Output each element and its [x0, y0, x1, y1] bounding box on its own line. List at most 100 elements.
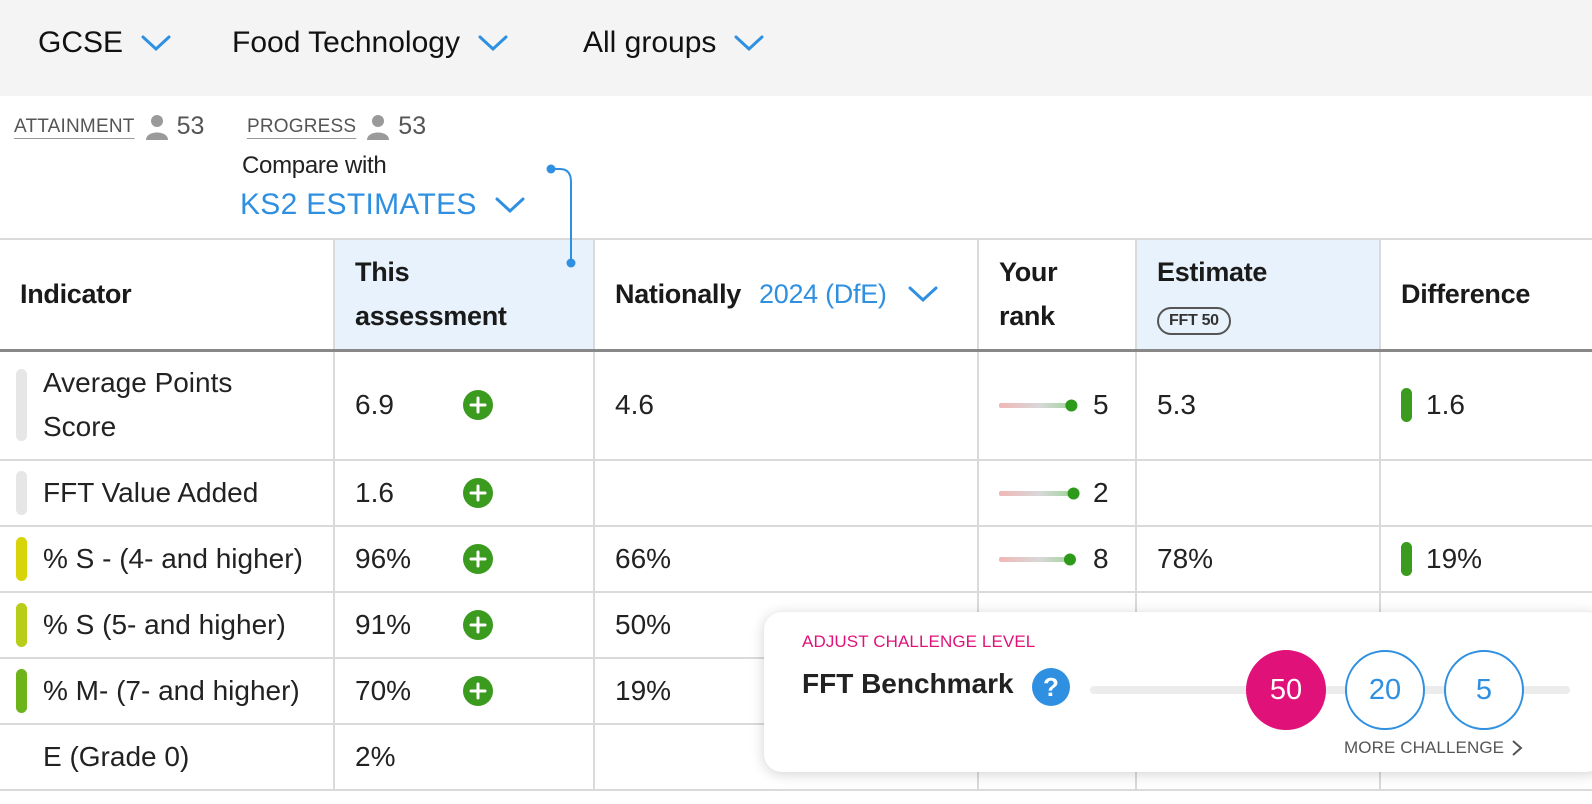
this-assessment-value: 91%	[355, 609, 412, 640]
rank-marker	[1063, 553, 1076, 566]
indicator-cell: FFT Value Added	[0, 460, 335, 527]
chevron-down-icon	[908, 286, 938, 303]
challenge-option-5[interactable]: 5	[1444, 650, 1524, 730]
header-rank-line2: rank	[999, 301, 1055, 332]
attainment-stat[interactable]: ATTAINMENT 53	[14, 112, 204, 141]
progress-label[interactable]: PROGRESS	[247, 116, 356, 138]
indicator-color-bar	[16, 537, 27, 581]
fft-benchmark-pill: FFT 50	[1157, 307, 1231, 336]
expand-plus-icon[interactable]	[463, 676, 493, 706]
more-challenge-label: MORE CHALLENGE	[1344, 738, 1505, 757]
difference-value: 19%	[1426, 543, 1483, 574]
chevron-right-icon	[1512, 740, 1523, 756]
difference-positive-bar	[1401, 388, 1412, 423]
indicator-color-bar	[16, 669, 27, 713]
indicator-cell: Average Points Score	[0, 350, 335, 461]
this-assessment-value: 96%	[355, 543, 412, 574]
attainment-count: 53	[176, 112, 205, 140]
compare-dropdown-label: KS2 ESTIMATES	[240, 188, 477, 221]
this-assessment-value: 2%	[355, 741, 396, 772]
difference-cell: 19%	[1380, 526, 1592, 593]
level-dropdown-label: GCSE	[38, 26, 124, 59]
chevron-down-icon	[478, 35, 508, 52]
indicator-cell: % M- (7- and higher)	[0, 658, 335, 725]
table-row[interactable]: FFT Value Added 1.6 2	[0, 460, 1592, 527]
header-rank-line1: Your	[999, 257, 1058, 288]
national-year-dropdown[interactable]: 2024 (DfE)	[759, 279, 938, 309]
header-nationally-label: Nationally	[615, 279, 742, 310]
estimate-value: 78%	[1136, 526, 1381, 593]
benchmark-name: FFT Benchmark	[802, 668, 1014, 699]
compare-connector-line	[546, 164, 576, 268]
indicator-label: E (Grade 0)	[43, 741, 190, 772]
difference-value: 1.6	[1426, 389, 1465, 421]
challenge-option-20[interactable]: 20	[1345, 650, 1425, 730]
national-year-label: 2024 (DfE)	[759, 279, 887, 310]
level-dropdown[interactable]: GCSE	[38, 26, 171, 60]
this-assessment-cell: 6.9	[334, 350, 595, 461]
compare-dropdown[interactable]: KS2 ESTIMATES	[240, 188, 525, 222]
chevron-down-icon	[495, 197, 525, 214]
rank-cell: 2	[978, 460, 1137, 527]
header-estimate-label: Estimate	[1157, 257, 1268, 288]
compare-label: Compare with	[242, 152, 387, 179]
this-assessment-value: 70%	[355, 675, 412, 706]
help-icon[interactable]: ?	[1032, 668, 1070, 706]
group-dropdown-label: All groups	[583, 26, 717, 59]
indicator-label: FFT Value Added	[43, 477, 259, 508]
this-assessment-cell: 2%	[334, 724, 595, 791]
this-assessment-cell: 1.6	[334, 460, 595, 527]
expand-plus-icon[interactable]	[463, 390, 493, 421]
person-icon	[367, 114, 390, 140]
person-icon	[145, 114, 168, 140]
rank-marker	[1065, 399, 1078, 412]
progress-stat[interactable]: PROGRESS 53	[247, 112, 426, 141]
progress-count: 53	[398, 112, 427, 140]
challenge-option-50[interactable]: 50	[1246, 650, 1326, 730]
indicator-label: % S - (4- and higher)	[43, 543, 303, 574]
difference-positive-bar	[1401, 542, 1412, 576]
expand-plus-icon[interactable]	[463, 544, 493, 574]
this-assessment-cell: 91%	[334, 592, 595, 659]
chevron-down-icon	[734, 35, 764, 52]
attainment-label[interactable]: ATTAINMENT	[14, 116, 135, 138]
rank-value: 5	[1093, 389, 1109, 421]
indicator-cell: E (Grade 0)	[0, 724, 335, 791]
subject-dropdown-label: Food Technology	[232, 26, 460, 59]
indicator-cell: % S (5- and higher)	[0, 592, 335, 659]
expand-plus-icon[interactable]	[463, 478, 493, 508]
this-assessment-value: 1.6	[355, 477, 394, 508]
subject-dropdown[interactable]: Food Technology	[232, 26, 508, 60]
expand-plus-icon[interactable]	[463, 610, 493, 640]
this-assessment-cell: 70%	[334, 658, 595, 725]
rank-indicator	[999, 553, 1076, 566]
table-header-row: Indicator This assessment Nationally 2024…	[0, 238, 1592, 352]
chevron-down-icon	[141, 35, 171, 52]
indicator-color-bar	[16, 471, 27, 515]
header-estimate: Estimate FFT 50	[1136, 238, 1381, 352]
more-challenge-link[interactable]: MORE CHALLENGE	[1344, 738, 1524, 758]
header-rank: Your rank	[978, 238, 1137, 352]
header-this-line2: assessment	[355, 301, 507, 332]
indicator-color-bar	[16, 603, 27, 647]
estimate-value: 5.3	[1136, 350, 1381, 461]
challenge-level-popup: ADJUST CHALLENGE LEVEL FFT Benchmark ? 5…	[764, 612, 1592, 772]
indicator-label: Average Points Score	[43, 367, 233, 443]
indicator-label: % M- (7- and higher)	[43, 675, 300, 706]
header-nationally: Nationally 2024 (DfE)	[594, 238, 979, 352]
difference-cell: 1.6	[1380, 350, 1592, 461]
indicator-label: % S (5- and higher)	[43, 609, 286, 640]
table-row[interactable]: Average Points Score 6.9 4.6 5 5.3 1.6	[0, 350, 1592, 461]
difference-cell	[1380, 460, 1592, 527]
rank-cell: 5	[978, 350, 1137, 461]
filter-bar: GCSE Food Technology All groups	[0, 0, 1592, 96]
table-row[interactable]: % S - (4- and higher) 96% 66% 8 78% 19%	[0, 526, 1592, 593]
rank-value: 2	[1093, 477, 1109, 508]
rank-indicator	[999, 399, 1078, 412]
rank-indicator	[999, 487, 1080, 500]
estimate-value	[1136, 460, 1381, 527]
rank-marker	[1067, 487, 1080, 500]
national-value	[594, 460, 979, 527]
group-dropdown[interactable]: All groups	[583, 26, 764, 60]
rank-value: 8	[1093, 543, 1109, 574]
